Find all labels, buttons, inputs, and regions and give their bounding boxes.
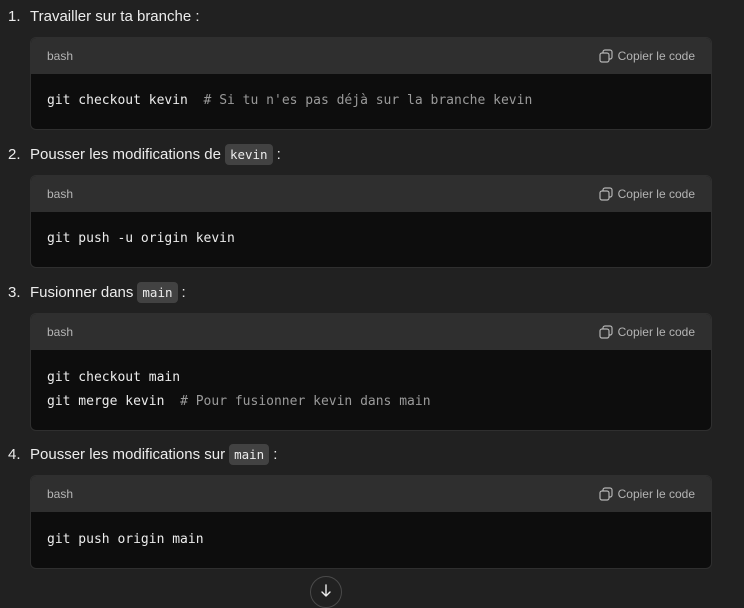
code-header: bash Copier le code — [31, 38, 711, 74]
code-block-1: bash Copier le code git checkout kevin #… — [30, 37, 712, 130]
code-language-label: bash — [47, 487, 74, 501]
code-comment: # Si tu n'es pas déjà sur la branche kev… — [203, 93, 533, 108]
code-header: bash Copier le code — [31, 314, 711, 350]
step-number: 4. — [8, 445, 21, 463]
code-block-3: bash Copier le code git checkout main gi… — [30, 313, 712, 431]
code-body: git checkout main git merge kevin # Pour… — [31, 350, 711, 430]
copy-code-label: Copier le code — [617, 49, 695, 63]
step-number: 2. — [8, 145, 21, 163]
copy-code-label: Copier le code — [617, 325, 695, 339]
code-line: git checkout main — [47, 370, 181, 385]
code-line: git merge kevin # Pour fusionner kevin d… — [47, 394, 431, 409]
code-block-2: bash Copier le code git push -u origin k… — [30, 175, 712, 268]
step-text-suffix: : — [276, 145, 281, 163]
code-comment: # Pour fusionner kevin dans main — [180, 394, 431, 409]
copy-icon — [599, 487, 613, 501]
code-line: git push origin main — [47, 532, 204, 547]
scroll-down-button[interactable] — [310, 576, 342, 608]
code-body: git push -u origin kevin — [31, 212, 711, 267]
copy-code-button[interactable]: Copier le code — [599, 487, 695, 501]
code-language-label: bash — [47, 49, 74, 63]
inline-code: kevin — [224, 143, 273, 165]
copy-code-button[interactable]: Copier le code — [599, 187, 695, 201]
code-block-4: bash Copier le code git push origin main — [30, 475, 712, 569]
step-text: Pousser les modifications de — [30, 145, 221, 163]
step-text: Travailler sur ta branche : — [30, 7, 200, 25]
step-text-suffix: : — [181, 283, 186, 301]
code-language-label: bash — [47, 187, 74, 201]
inline-code: main — [229, 443, 270, 465]
step-text: Fusionner dans — [30, 283, 134, 301]
copy-code-button[interactable]: Copier le code — [599, 49, 695, 63]
code-header: bash Copier le code — [31, 176, 711, 212]
code-language-label: bash — [47, 325, 74, 339]
code-header: bash Copier le code — [31, 476, 711, 512]
step-number: 3. — [8, 283, 21, 301]
step-text-suffix: : — [273, 445, 278, 463]
inline-code: main — [137, 281, 178, 303]
code-line: git checkout kevin # Si tu n'es pas déjà… — [47, 93, 533, 108]
code-body: git checkout kevin # Si tu n'es pas déjà… — [31, 74, 711, 129]
copy-code-label: Copier le code — [617, 187, 695, 201]
copy-icon — [599, 49, 613, 63]
copy-icon — [599, 325, 613, 339]
code-body: git push origin main — [31, 512, 711, 568]
step-text: Pousser les modifications sur — [30, 445, 226, 463]
copy-icon — [599, 187, 613, 201]
code-line: git push -u origin kevin — [47, 231, 235, 246]
step-number: 1. — [8, 7, 21, 25]
arrow-down-icon — [319, 577, 333, 603]
copy-code-label: Copier le code — [617, 487, 695, 501]
copy-code-button[interactable]: Copier le code — [599, 325, 695, 339]
